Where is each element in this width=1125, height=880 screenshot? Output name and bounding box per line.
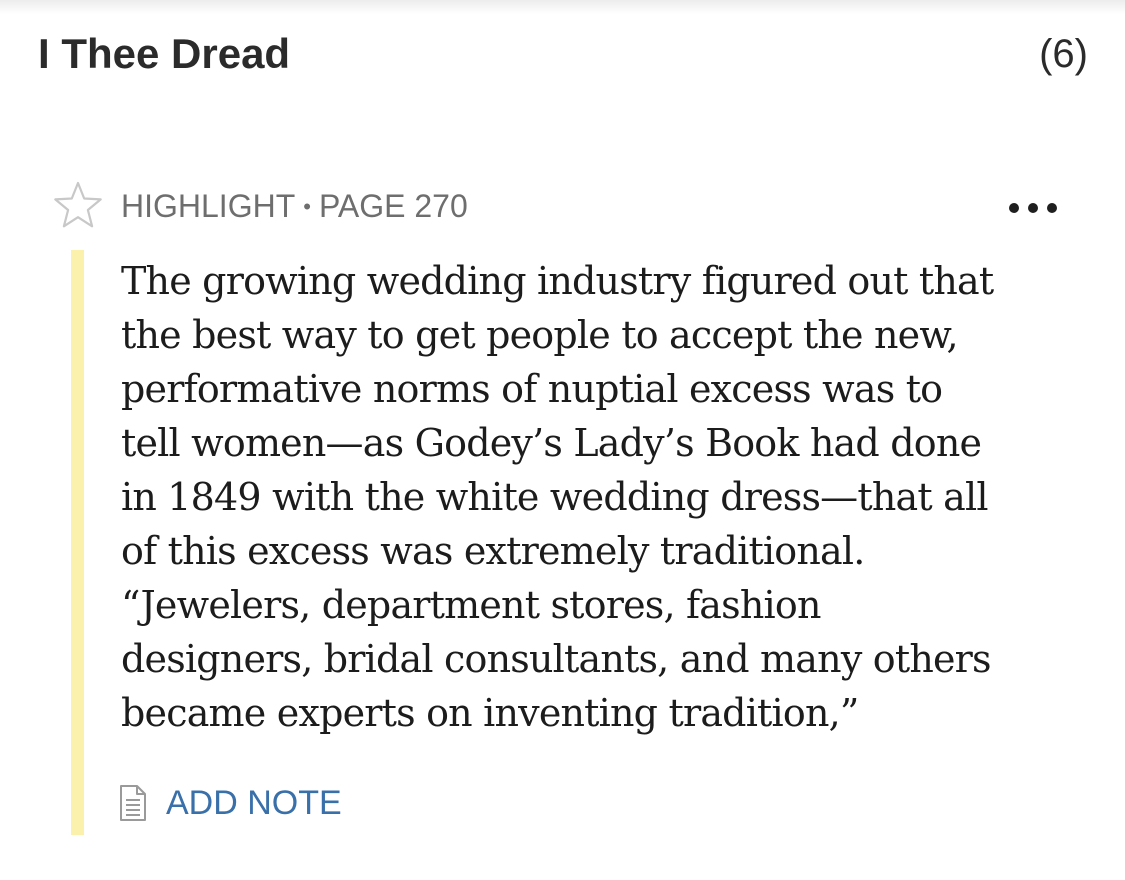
highlight-text[interactable]: The growing wedding industry figured out… <box>121 254 1096 740</box>
highlight-meta: HIGHLIGHT • PAGE 270 <box>121 186 468 227</box>
more-options-icon[interactable] <box>994 193 1072 223</box>
book-header: I Thee Dread (6) <box>38 26 1088 82</box>
highlight-count: (6) <box>1039 32 1088 76</box>
page-label: PAGE 270 <box>318 188 468 224</box>
note-document-icon <box>120 785 146 821</box>
highlight-color-bar <box>71 250 84 835</box>
book-title[interactable]: I Thee Dread <box>38 26 290 82</box>
highlight-screen: I Thee Dread (6) HIGHLIGHT • PAGE 270 The … <box>0 0 1125 880</box>
star-icon[interactable] <box>52 180 104 230</box>
add-note-label: ADD NOTE <box>166 784 342 822</box>
highlight-type-label: HIGHLIGHT <box>121 188 296 224</box>
meta-separator: • <box>303 194 311 219</box>
top-shadow <box>0 0 1125 14</box>
add-note-button[interactable]: ADD NOTE <box>118 782 342 824</box>
